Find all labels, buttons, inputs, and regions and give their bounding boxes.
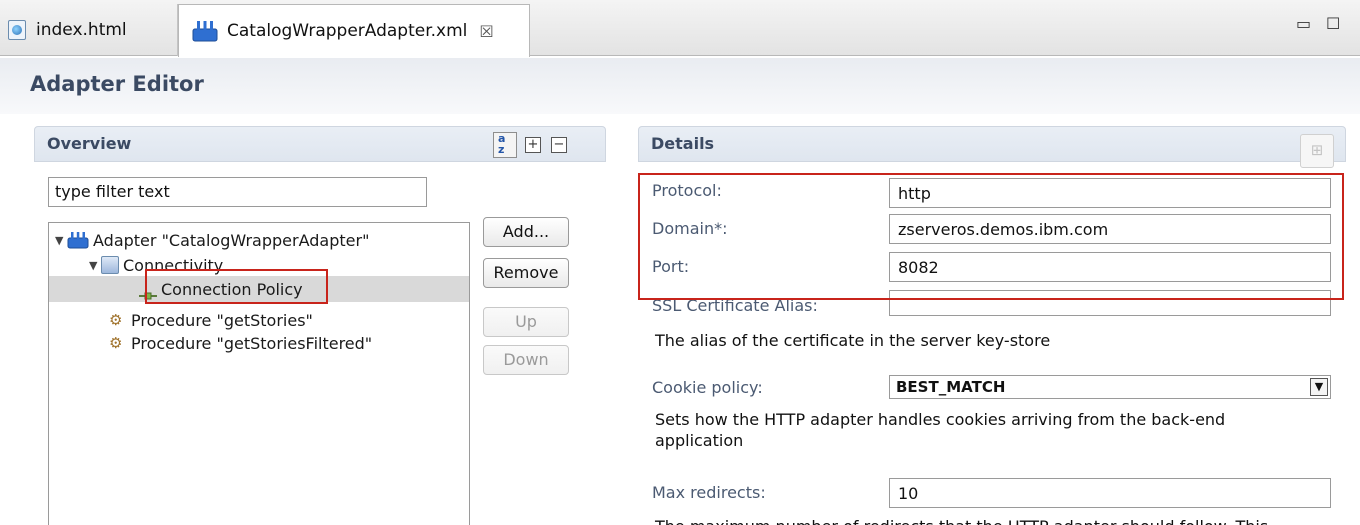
- sort-alphabetically-icon[interactable]: az: [493, 132, 517, 158]
- cookie-policy-description-line-1: Sets how the HTTP adapter handles cookie…: [655, 410, 1226, 429]
- max-redirects-description: The maximum number of redirects that the…: [655, 516, 1268, 525]
- connectivity-icon: [101, 256, 119, 274]
- collapse-all-icon[interactable]: −: [551, 137, 567, 153]
- highlight-box-connection-settings: [638, 173, 1344, 300]
- tab-label: index.html: [36, 20, 127, 40]
- details-header: Details: [638, 126, 1346, 162]
- tab-index-html[interactable]: index.html: [0, 4, 178, 56]
- tree-item-label: Adapter "CatalogWrapperAdapter": [93, 230, 370, 250]
- adapter-icon: [67, 231, 89, 249]
- close-icon[interactable]: ☒: [479, 22, 493, 41]
- cookie-policy-label: Cookie policy:: [652, 378, 763, 397]
- down-button[interactable]: Down: [483, 345, 569, 375]
- gear-icon: ⚙: [109, 334, 123, 352]
- add-button[interactable]: Add...: [483, 217, 569, 247]
- tree-item-label: Procedure "getStories": [131, 310, 313, 330]
- up-button[interactable]: Up: [483, 307, 569, 337]
- highlight-box-connection-policy: [145, 269, 328, 304]
- tree-item-label: Procedure "getStoriesFiltered": [131, 333, 373, 353]
- cookie-policy-value: BEST_MATCH: [896, 378, 1006, 396]
- overview-title: Overview: [47, 134, 132, 153]
- add-element-icon[interactable]: ⊞: [1300, 134, 1334, 168]
- max-redirects-field[interactable]: 10: [889, 478, 1331, 508]
- dropdown-arrow-icon[interactable]: ▼: [1310, 378, 1328, 396]
- editor-title-band: [0, 58, 1360, 114]
- overview-toolbar: az + −: [493, 132, 567, 158]
- adapter-icon: [191, 19, 219, 43]
- details-title: Details: [651, 134, 715, 153]
- editor-tab-bar: index.html CatalogWrapperAdapter.xml ☒ ▭…: [0, 0, 1360, 57]
- cookie-policy-select[interactable]: BEST_MATCH ▼: [889, 375, 1331, 399]
- filter-input[interactable]: type filter text: [48, 177, 427, 207]
- overview-tree: ▼ Adapter "CatalogWrapperAdapter" ▼ Conn…: [48, 222, 470, 525]
- maximize-icon[interactable]: ☐: [1326, 14, 1340, 33]
- tree-item-procedure-getstoriesfiltered[interactable]: ⚙ Procedure "getStoriesFiltered": [109, 330, 372, 356]
- gear-icon: ⚙: [109, 311, 123, 329]
- expand-all-icon[interactable]: +: [525, 137, 541, 153]
- minimize-icon[interactable]: ▭: [1296, 14, 1311, 33]
- cookie-policy-description-line-2: application: [655, 431, 744, 450]
- tree-item-adapter[interactable]: ▼ Adapter "CatalogWrapperAdapter": [55, 227, 369, 253]
- max-redirects-label: Max redirects:: [652, 483, 766, 502]
- remove-button[interactable]: Remove: [483, 258, 569, 288]
- tab-label: CatalogWrapperAdapter.xml: [227, 21, 468, 41]
- expand-triangle-icon[interactable]: ▼: [89, 259, 99, 272]
- cookie-policy-description: Sets how the HTTP adapter handles cookie…: [655, 409, 1225, 451]
- ssl-alias-description: The alias of the certificate in the serv…: [655, 331, 1051, 350]
- html-page-icon: [8, 20, 26, 40]
- page-title: Adapter Editor: [30, 72, 204, 96]
- tab-catalog-wrapper-adapter[interactable]: CatalogWrapperAdapter.xml ☒: [178, 4, 530, 57]
- expand-triangle-icon[interactable]: ▼: [55, 234, 65, 247]
